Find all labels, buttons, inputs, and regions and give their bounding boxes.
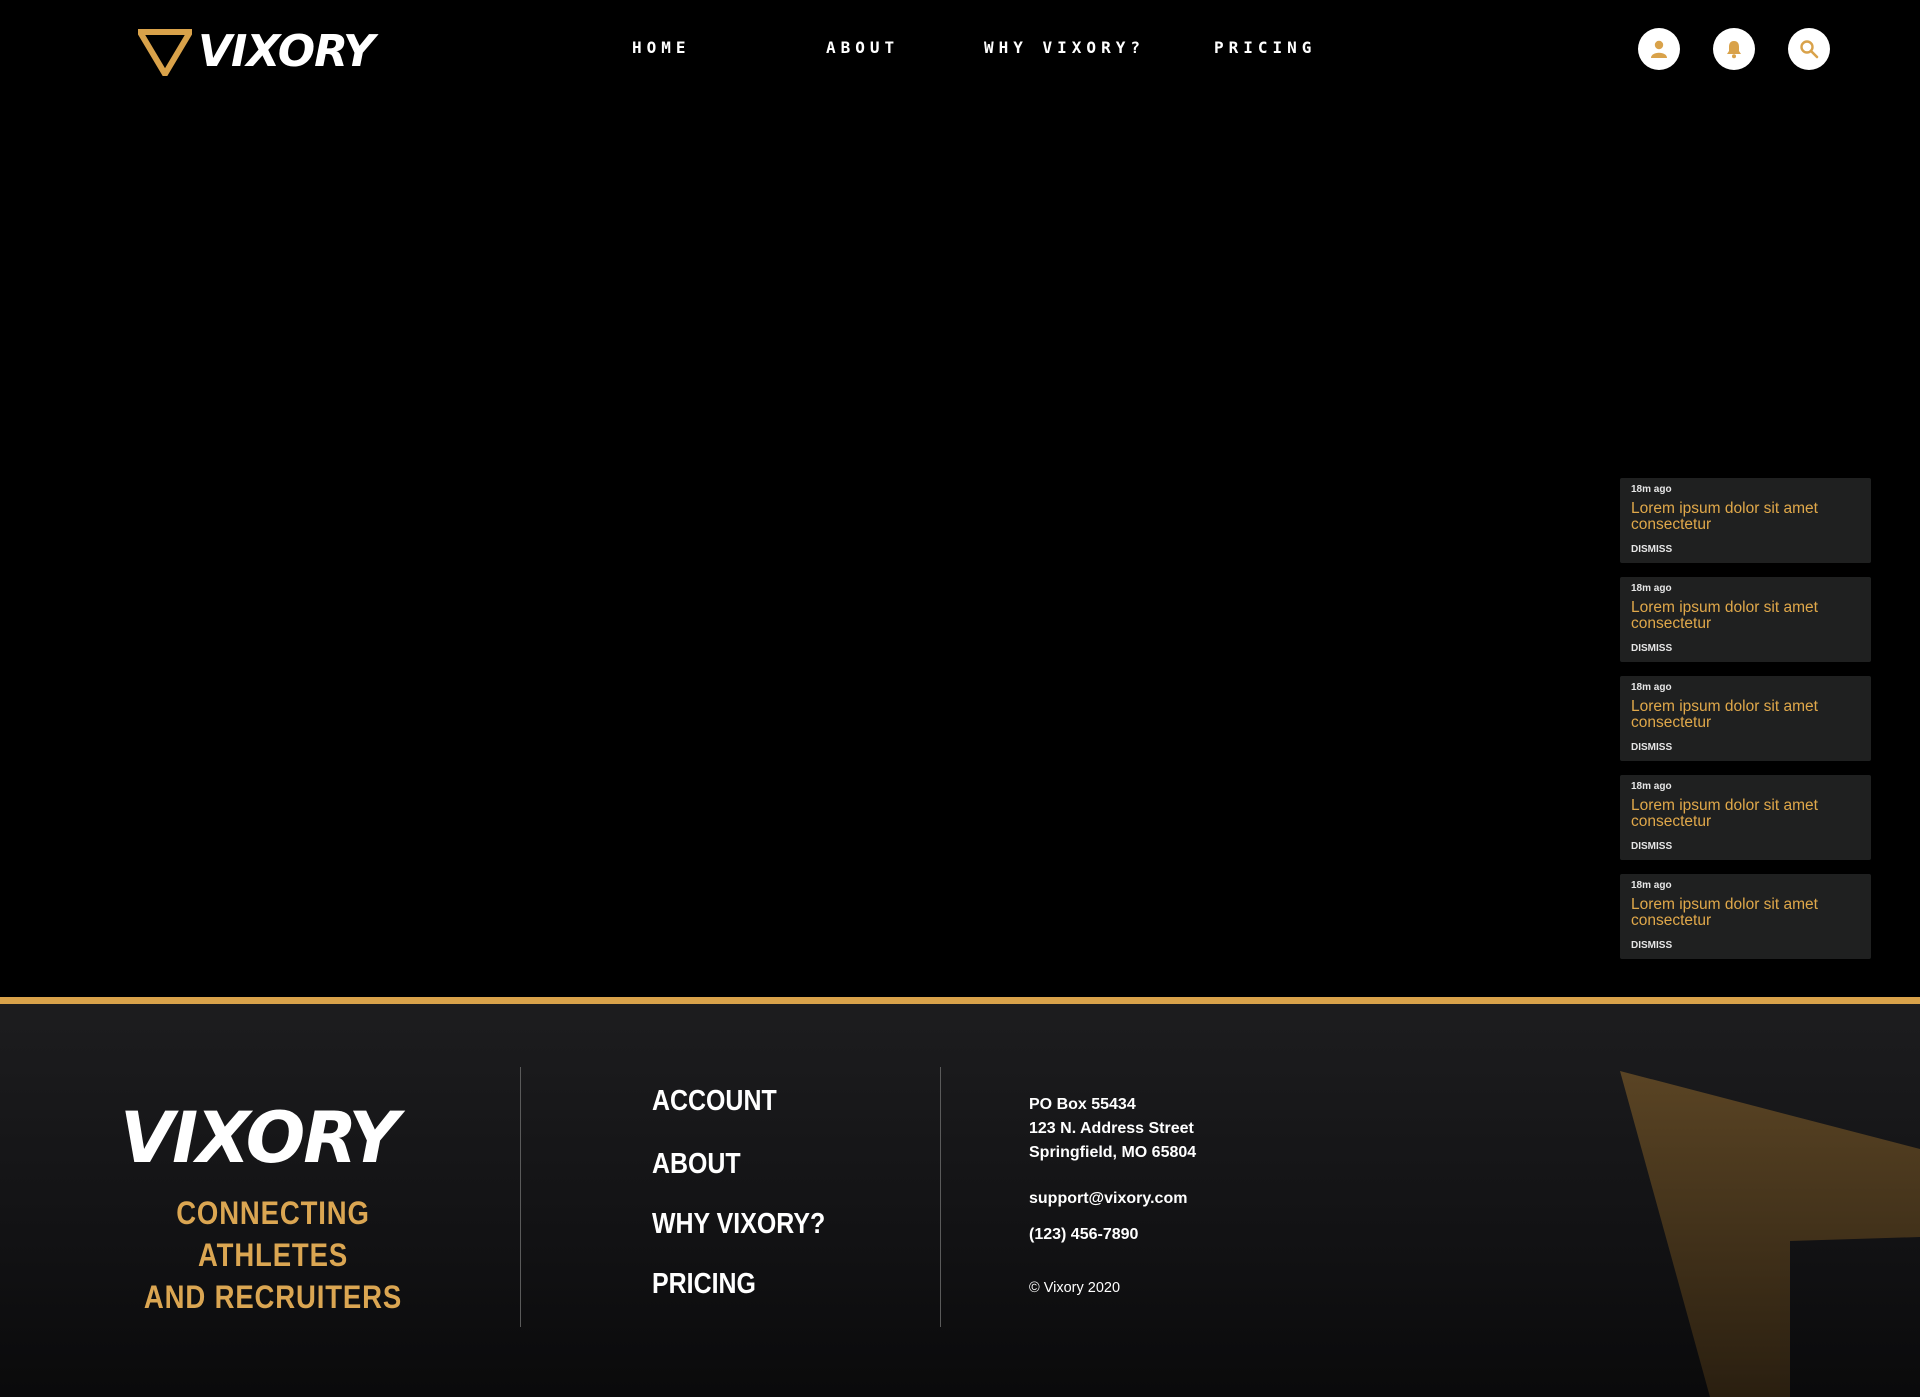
address-line-3: Springfield, MO 65804	[1029, 1144, 1197, 1161]
brand-wordmark: VIXORY	[198, 26, 375, 77]
notification-time: 18m ago	[1631, 682, 1672, 693]
notification-message[interactable]: Lorem ipsum dolor sit amet consectetur	[1631, 600, 1863, 632]
page: VIXORY HOME ABOUT WHY VIXORY? PRICING 18…	[0, 0, 1920, 1397]
notification-time: 18m ago	[1631, 880, 1672, 891]
notification-card: 18m ago Lorem ipsum dolor sit amet conse…	[1620, 676, 1871, 761]
notification-card: 18m ago Lorem ipsum dolor sit amet conse…	[1620, 874, 1871, 959]
triangle-logo-icon	[138, 29, 192, 76]
notification-message[interactable]: Lorem ipsum dolor sit amet consectetur	[1631, 699, 1863, 731]
notifications-button[interactable]	[1713, 28, 1755, 70]
nav-about[interactable]: ABOUT	[826, 38, 899, 57]
footer-divider	[520, 1067, 521, 1327]
nav-why-vixory[interactable]: WHY VIXORY?	[984, 38, 1145, 57]
address-line-2: 123 N. Address Street	[1029, 1120, 1194, 1137]
notification-card: 18m ago Lorem ipsum dolor sit amet conse…	[1620, 577, 1871, 662]
footer-tagline: CONNECTING ATHLETES AND RECRUITERS	[131, 1192, 415, 1318]
dismiss-button[interactable]: DISMISS	[1631, 841, 1672, 852]
notification-message[interactable]: Lorem ipsum dolor sit amet consectetur	[1631, 897, 1863, 929]
notification-message[interactable]: Lorem ipsum dolor sit amet consectetur	[1631, 798, 1863, 830]
support-email-link[interactable]: support@vixory.com	[1029, 1190, 1187, 1208]
tagline-line-2: AND RECRUITERS	[143, 1279, 403, 1315]
notification-card: 18m ago Lorem ipsum dolor sit amet conse…	[1620, 478, 1871, 563]
brand-logo[interactable]: VIXORY	[138, 26, 375, 77]
decorative-arrow-shape	[1620, 1071, 1920, 1397]
footer-brand-wordmark[interactable]: VIXORY	[120, 1097, 399, 1179]
footer-link-why-vixory[interactable]: WHY VIXORY?	[652, 1208, 825, 1241]
search-button[interactable]	[1788, 28, 1830, 70]
top-header: VIXORY HOME ABOUT WHY VIXORY? PRICING	[0, 0, 1920, 100]
notification-message[interactable]: Lorem ipsum dolor sit amet consectetur	[1631, 501, 1863, 533]
nav-pricing[interactable]: PRICING	[1214, 38, 1316, 57]
footer-divider	[940, 1067, 941, 1327]
site-footer: VIXORY CONNECTING ATHLETES AND RECRUITER…	[0, 997, 1920, 1397]
search-icon	[1800, 40, 1819, 59]
notification-time: 18m ago	[1631, 583, 1672, 594]
address-line-1: PO Box 55434	[1029, 1096, 1136, 1113]
footer-accent-rule	[0, 997, 1920, 1004]
account-button[interactable]	[1638, 28, 1680, 70]
footer-link-account[interactable]: ACCOUNT	[652, 1085, 777, 1118]
notification-time: 18m ago	[1631, 484, 1672, 495]
nav-home[interactable]: HOME	[632, 38, 691, 57]
bell-icon	[1727, 41, 1741, 59]
copyright-text: © Vixory 2020	[1029, 1280, 1121, 1296]
tagline-line-1: CONNECTING ATHLETES	[176, 1195, 370, 1273]
dismiss-button[interactable]: DISMISS	[1631, 742, 1672, 753]
notification-card: 18m ago Lorem ipsum dolor sit amet conse…	[1620, 775, 1871, 860]
user-icon	[1651, 40, 1667, 58]
footer-link-about[interactable]: ABOUT	[652, 1148, 741, 1181]
phone-link[interactable]: (123) 456-7890	[1029, 1226, 1138, 1244]
notification-time: 18m ago	[1631, 781, 1672, 792]
dismiss-button[interactable]: DISMISS	[1631, 940, 1672, 951]
footer-link-pricing[interactable]: PRICING	[652, 1268, 756, 1301]
dismiss-button[interactable]: DISMISS	[1631, 544, 1672, 555]
dismiss-button[interactable]: DISMISS	[1631, 643, 1672, 654]
